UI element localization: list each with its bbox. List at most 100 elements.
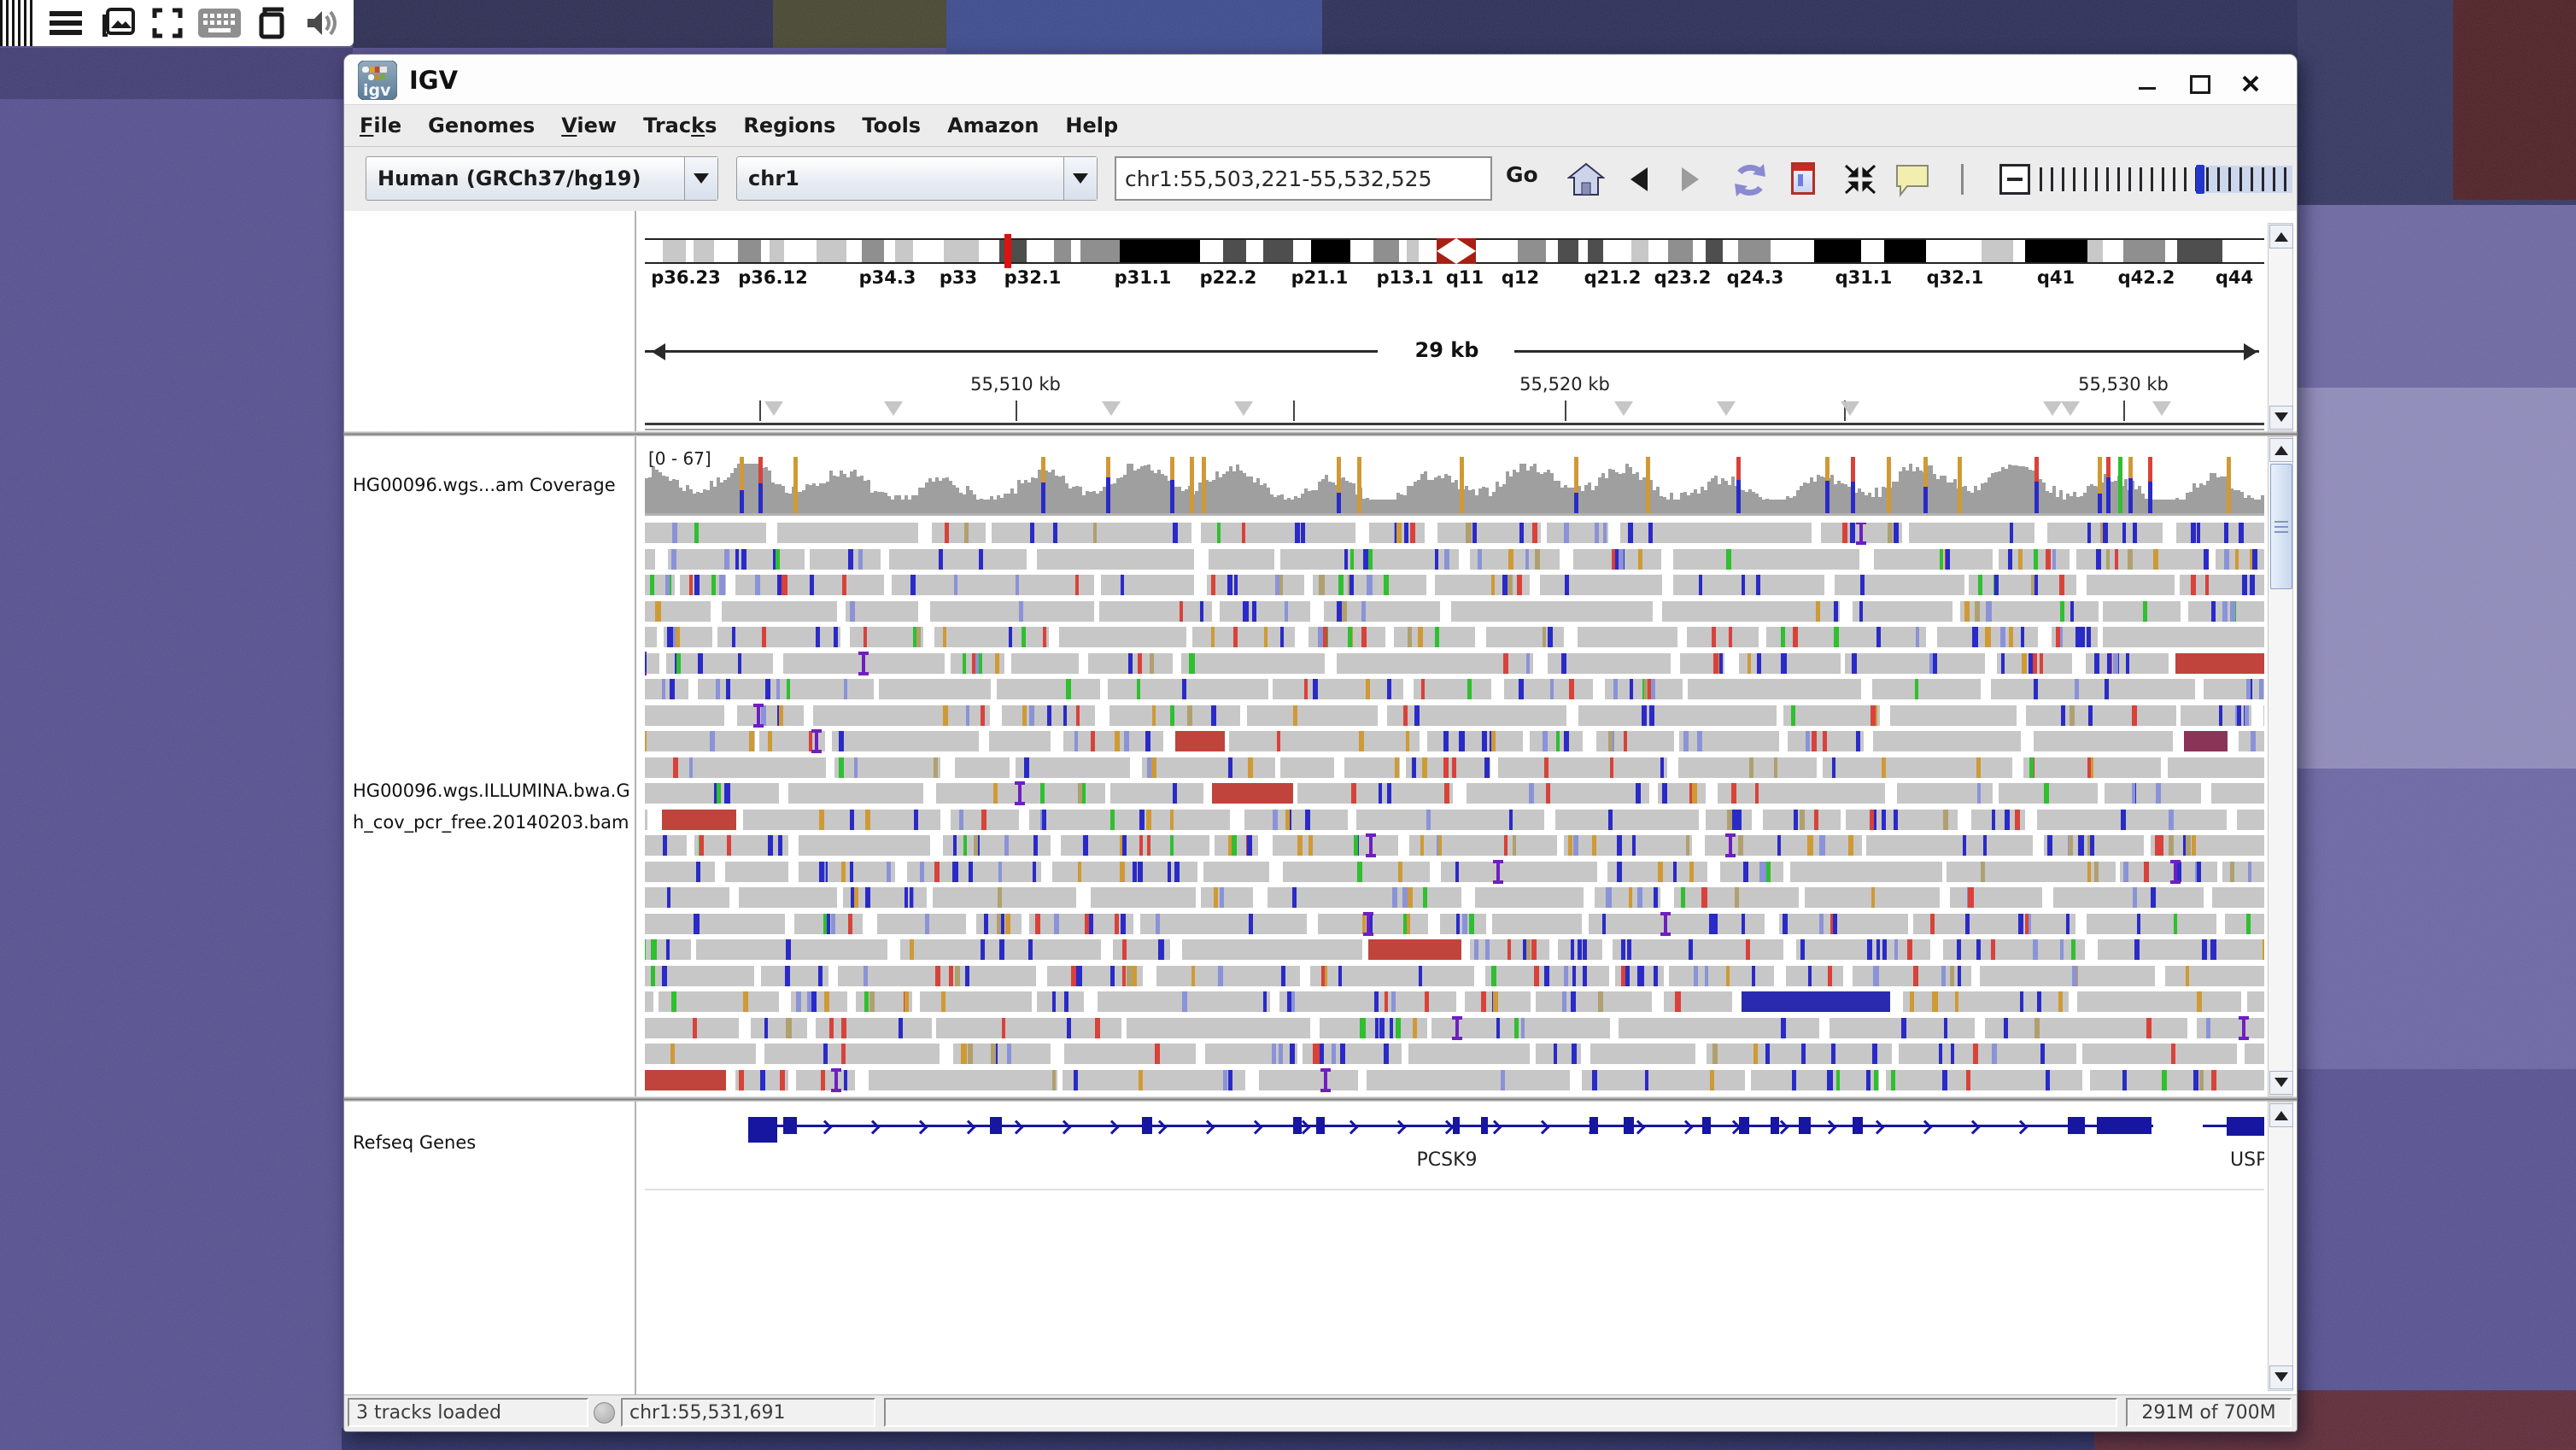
scroll-down-icon[interactable] bbox=[2269, 1071, 2293, 1095]
locus-input[interactable] bbox=[1115, 156, 1492, 201]
status-bar: 3 tracks loaded chr1:55,531,691 291M of … bbox=[344, 1394, 2297, 1431]
region-marker-icon[interactable] bbox=[1234, 401, 1253, 425]
mismatch-tick bbox=[963, 835, 967, 856]
read-segment bbox=[696, 939, 887, 960]
gene-track[interactable]: PCSK9 USP2 bbox=[645, 1114, 2264, 1259]
chevron-down-icon[interactable] bbox=[1063, 157, 1097, 200]
speaker-icon[interactable] bbox=[304, 8, 338, 38]
title-bar[interactable]: igv IGV bbox=[344, 55, 2297, 105]
scrollbar-thumb[interactable] bbox=[2270, 464, 2292, 589]
region-marker-icon[interactable] bbox=[2152, 401, 2171, 425]
menu-item-view[interactable]: View bbox=[561, 114, 617, 137]
gene-exon bbox=[1453, 1117, 1460, 1134]
alignment-reads[interactable] bbox=[645, 523, 2264, 1096]
chromosome-ideogram[interactable]: p36.23p36.12p34.3p33p32.1p31.1p22.2p21.1… bbox=[645, 238, 2264, 291]
mismatch-tick bbox=[1509, 810, 1513, 830]
copy-window-icon[interactable] bbox=[256, 6, 289, 40]
zoom-out-icon[interactable] bbox=[1999, 164, 2030, 195]
refresh-icon[interactable] bbox=[1730, 162, 1771, 202]
menu-item-file[interactable]: File bbox=[360, 114, 401, 137]
ruler[interactable]: 29 kb 55,510 kb55,520 kb55,530 kb bbox=[645, 336, 2264, 432]
label-data-divider[interactable] bbox=[635, 211, 636, 1395]
mismatch-tick bbox=[848, 549, 853, 570]
snp-color bbox=[1041, 482, 1045, 513]
screenshot-icon[interactable] bbox=[97, 6, 137, 40]
coverage-plot[interactable]: [0 - 67] bbox=[645, 452, 2264, 516]
mismatch-tick bbox=[2202, 939, 2206, 960]
mismatch-tick bbox=[841, 862, 846, 882]
menu-item-tracks[interactable]: Tracks bbox=[643, 114, 717, 137]
coverage-snp-bar bbox=[2034, 457, 2039, 513]
region-marker-icon[interactable] bbox=[764, 401, 783, 425]
mismatch-tick bbox=[1800, 810, 1805, 830]
region-marker-icon[interactable] bbox=[2043, 401, 2062, 425]
panel-splitter[interactable] bbox=[344, 1096, 2297, 1102]
mismatch-tick bbox=[1821, 835, 1826, 856]
scroll-up-icon[interactable] bbox=[2269, 1103, 2293, 1127]
mismatch-tick bbox=[1139, 1070, 1142, 1090]
gene-exon bbox=[990, 1117, 1002, 1134]
back-icon[interactable] bbox=[1630, 167, 1648, 191]
genes-track-label[interactable]: Refseq Genes bbox=[353, 1132, 631, 1153]
fullscreen-icon[interactable] bbox=[152, 8, 183, 38]
scroll-down-icon[interactable] bbox=[2269, 1365, 2293, 1389]
read-segment bbox=[1536, 1044, 1581, 1064]
mismatch-tick bbox=[1482, 731, 1487, 751]
mismatch-tick bbox=[850, 601, 855, 622]
scroll-up-icon[interactable] bbox=[2269, 438, 2293, 462]
region-marker-icon[interactable] bbox=[1841, 401, 1859, 425]
taskbar-grip-handle[interactable] bbox=[0, 0, 34, 46]
gene-name-usp24[interactable]: USP2 bbox=[2230, 1149, 2264, 1171]
panel-splitter[interactable] bbox=[344, 431, 2297, 436]
zoom-slider-thumb[interactable] bbox=[2196, 165, 2204, 194]
forward-icon[interactable] bbox=[1682, 167, 1699, 191]
minimize-button[interactable] bbox=[2136, 72, 2158, 94]
mismatch-tick bbox=[1279, 1044, 1283, 1064]
menu-item-help[interactable]: Help bbox=[1065, 114, 1118, 137]
mismatch-tick bbox=[1930, 914, 1935, 934]
region-marker-icon[interactable] bbox=[1717, 401, 1736, 425]
mismatch-tick bbox=[1519, 679, 1524, 699]
menu-item-genomes[interactable]: Genomes bbox=[428, 114, 535, 137]
ideogram-band bbox=[1120, 238, 1199, 264]
region-marker-icon[interactable] bbox=[1102, 401, 1121, 425]
memory-usage-status[interactable]: 291M of 700M bbox=[2126, 1398, 2292, 1427]
menu-icon[interactable] bbox=[50, 11, 82, 35]
menu-item-regions[interactable]: Regions bbox=[743, 114, 835, 137]
region-marker-icon[interactable] bbox=[2061, 401, 2080, 425]
chromosome-select[interactable]: chr1 bbox=[736, 156, 1098, 201]
menu-item-tools[interactable]: Tools bbox=[862, 114, 921, 137]
region-tool-icon[interactable] bbox=[1791, 162, 1815, 195]
go-button[interactable]: Go bbox=[1506, 162, 1538, 187]
read-segment bbox=[1980, 966, 2154, 986]
mismatch-tick bbox=[1738, 835, 1743, 856]
gene-name-pcsk9[interactable]: PCSK9 bbox=[1416, 1149, 1477, 1171]
read-segment bbox=[1492, 914, 1583, 934]
close-button[interactable] bbox=[2240, 72, 2263, 94]
alignment-track-label-line1[interactable]: HG00096.wgs.ILLUMINA.bwa.G bbox=[353, 781, 631, 801]
scrollbar-panel3[interactable] bbox=[2268, 1102, 2293, 1391]
mismatch-tick bbox=[963, 653, 967, 674]
keyboard-icon[interactable] bbox=[198, 9, 241, 38]
fit-to-window-icon[interactable] bbox=[1842, 162, 1878, 200]
coverage-track-label[interactable]: HG00096.wgs...am Coverage bbox=[353, 475, 631, 495]
mismatch-tick bbox=[943, 627, 946, 647]
alignment-track-label-line2[interactable]: h_cov_pcr_free.20140203.bam bbox=[353, 812, 631, 833]
maximize-button[interactable] bbox=[2187, 72, 2210, 94]
genome-select[interactable]: Human (GRCh37/hg19) bbox=[366, 156, 718, 201]
scroll-down-icon[interactable] bbox=[2269, 406, 2293, 430]
chevron-down-icon[interactable] bbox=[684, 157, 717, 200]
scrollbar-panel2[interactable] bbox=[2268, 436, 2293, 1096]
mismatch-tick bbox=[1052, 991, 1056, 1012]
region-marker-icon[interactable] bbox=[1614, 401, 1633, 425]
read-segment bbox=[645, 679, 688, 699]
menu-item-amazon[interactable]: Amazon bbox=[947, 114, 1039, 137]
mismatch-tick bbox=[2058, 991, 2062, 1012]
home-icon[interactable] bbox=[1567, 162, 1605, 200]
mismatch-tick bbox=[1942, 1070, 1947, 1090]
scroll-up-icon[interactable] bbox=[2269, 225, 2293, 248]
region-marker-icon[interactable] bbox=[884, 401, 903, 425]
read-segment bbox=[1273, 679, 1403, 699]
tooltip-bubble-icon[interactable] bbox=[1894, 162, 1931, 202]
scrollbar-panel1[interactable] bbox=[2268, 223, 2293, 431]
